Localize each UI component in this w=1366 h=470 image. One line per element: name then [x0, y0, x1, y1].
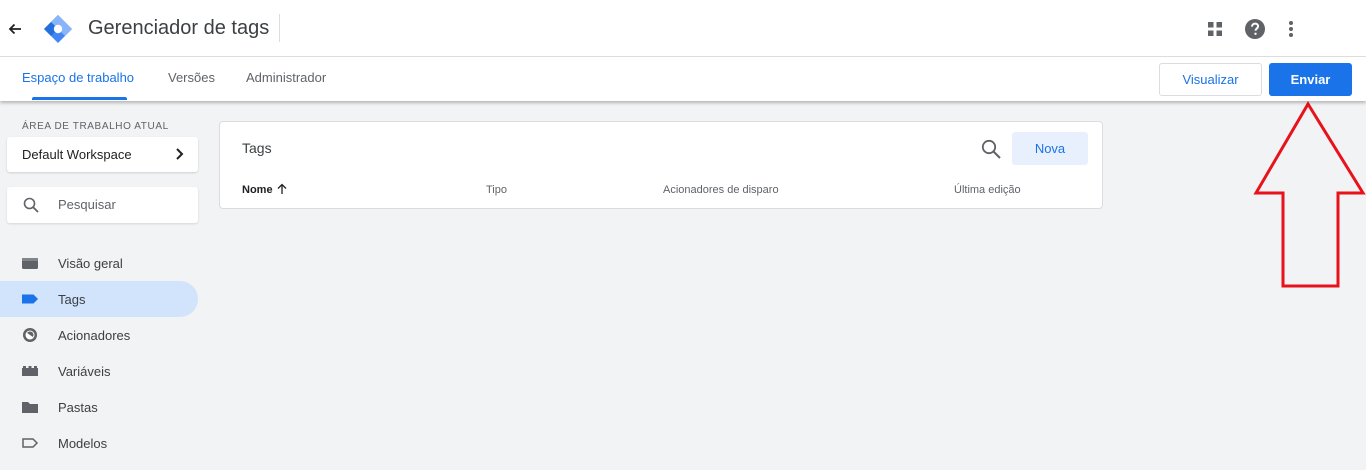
template-tag-icon	[22, 438, 39, 448]
folder-icon	[22, 402, 38, 413]
overview-folder-icon	[22, 258, 38, 269]
red-arrow-annotation	[1253, 101, 1366, 288]
tab-admin[interactable]: Administrador	[246, 70, 326, 85]
column-header-type[interactable]: Tipo	[486, 184, 507, 196]
sidebar-item-label: Modelos	[58, 436, 108, 451]
tags-card: Tags Nova Nome Tipo Acionadores de dispa…	[219, 121, 1103, 209]
workspace-selector[interactable]: Default Workspace	[7, 137, 198, 172]
variables-icon	[22, 366, 38, 376]
search-icon	[23, 197, 39, 213]
sidebar-item-folders[interactable]: Pastas	[0, 389, 198, 425]
search-icon[interactable]	[980, 138, 1002, 160]
tag-icon	[22, 294, 38, 304]
workspace-name: Default Workspace	[22, 147, 132, 162]
card-title: Tags	[242, 140, 272, 156]
arrow-up-icon	[277, 183, 287, 194]
title-divider	[279, 14, 280, 42]
chevron-right-icon	[176, 148, 184, 160]
submit-button[interactable]: Enviar	[1269, 63, 1352, 96]
gtm-logo[interactable]	[42, 13, 74, 45]
app-title: Gerenciador de tags	[88, 17, 270, 39]
new-tag-button[interactable]: Nova	[1012, 132, 1088, 165]
apps-grid-icon[interactable]	[1203, 17, 1227, 41]
help-circle-icon[interactable]	[1243, 17, 1267, 41]
sidebar-item-triggers[interactable]: Acionadores	[0, 317, 198, 353]
active-tab-indicator	[32, 97, 127, 100]
sidebar-item-label: Pastas	[58, 400, 98, 415]
current-workspace-label: ÁREA DE TRABALHO ATUAL	[22, 121, 169, 132]
column-header-triggers[interactable]: Acionadores de disparo	[663, 184, 779, 196]
workspace-nav-bar: Espaço de trabalho Versões Administrador…	[0, 57, 1366, 101]
column-header-name[interactable]: Nome	[242, 184, 273, 196]
trigger-icon	[23, 328, 37, 342]
sidebar-item-label: Acionadores	[58, 328, 131, 343]
column-header-last-edited[interactable]: Última edição	[954, 184, 1021, 196]
tab-workspace[interactable]: Espaço de trabalho	[22, 70, 134, 85]
top-bar: Gerenciador de tags	[0, 0, 1366, 57]
preview-button[interactable]: Visualizar	[1159, 63, 1262, 96]
sidebar-item-label: Variáveis	[58, 364, 111, 379]
search-input[interactable]	[58, 197, 188, 212]
sidebar-search[interactable]	[7, 187, 198, 223]
sidebar-item-variables[interactable]: Variáveis	[0, 353, 198, 389]
more-vert-icon[interactable]	[1279, 17, 1303, 41]
sidebar-item-label: Visão geral	[58, 256, 123, 271]
sidebar-item-tags[interactable]: Tags	[0, 281, 198, 317]
sidebar-item-label: Tags	[58, 292, 86, 307]
back-arrow-icon[interactable]	[4, 17, 26, 41]
sidebar-item-templates[interactable]: Modelos	[0, 425, 198, 461]
tab-versions[interactable]: Versões	[168, 70, 215, 85]
sidebar-item-overview[interactable]: Visão geral	[0, 245, 198, 281]
